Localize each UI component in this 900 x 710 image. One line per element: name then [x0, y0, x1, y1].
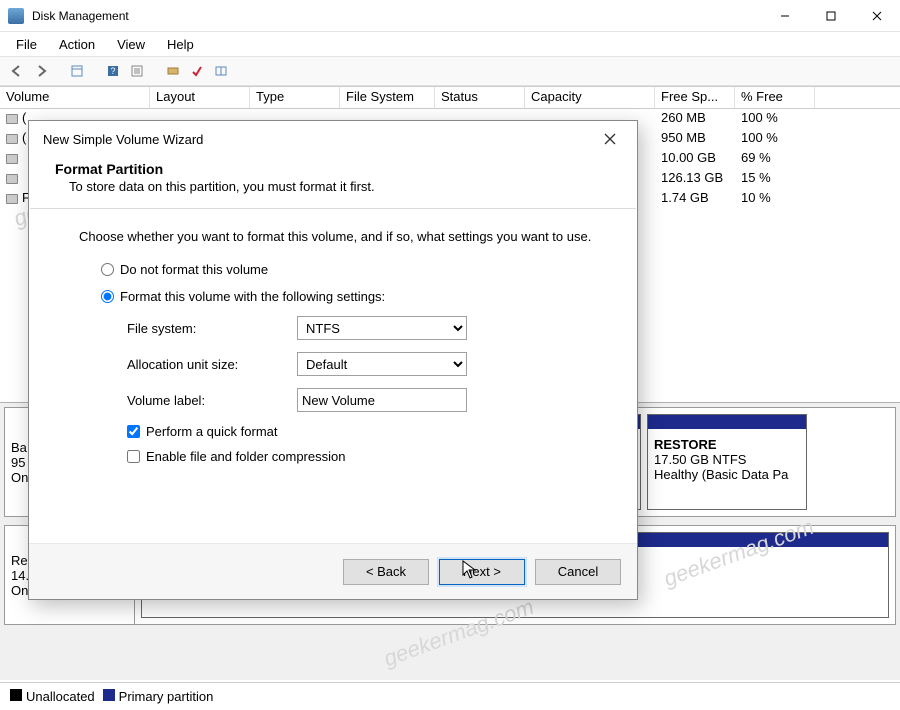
- legend-swatch-unallocated: [10, 689, 22, 701]
- partition-size: 17.50 GB NTFS: [654, 452, 800, 467]
- radio-format-input[interactable]: [101, 290, 114, 303]
- window-title: Disk Management: [32, 9, 129, 23]
- volume-label-label: Volume label:: [127, 393, 297, 408]
- minimize-button[interactable]: [762, 0, 808, 32]
- volume-list-header: Volume Layout Type File System Status Ca…: [0, 87, 900, 109]
- col-type[interactable]: Type: [250, 87, 340, 108]
- volume-label-input[interactable]: [297, 388, 467, 412]
- cancel-button[interactable]: Cancel: [535, 559, 621, 585]
- radio-format-label: Format this volume with the following se…: [120, 289, 385, 304]
- checkbox-compression[interactable]: Enable file and folder compression: [127, 449, 607, 464]
- allocation-unit-select[interactable]: Default: [297, 352, 467, 376]
- legend-swatch-primary: [103, 689, 115, 701]
- close-button[interactable]: [854, 0, 900, 32]
- title-bar: Disk Management: [0, 0, 900, 32]
- wizard-prompt: Choose whether you want to format this v…: [79, 229, 607, 244]
- next-button[interactable]: Next >: [439, 559, 525, 585]
- wizard-title: New Simple Volume Wizard: [43, 132, 203, 147]
- partition-status: Healthy (Basic Data Pa: [654, 467, 800, 482]
- menu-help[interactable]: Help: [157, 35, 204, 54]
- action-icon-3[interactable]: [210, 60, 232, 82]
- refresh-icon[interactable]: [66, 60, 88, 82]
- properties-icon[interactable]: [126, 60, 148, 82]
- col-volume[interactable]: Volume: [0, 87, 150, 108]
- allocation-unit-label: Allocation unit size:: [127, 357, 297, 372]
- legend-unallocated: Unallocated: [26, 689, 95, 704]
- radio-do-not-format-input[interactable]: [101, 263, 114, 276]
- forward-icon[interactable]: [30, 60, 52, 82]
- menu-file[interactable]: File: [6, 35, 47, 54]
- col-capacity[interactable]: Capacity: [525, 87, 655, 108]
- partition-title: RESTORE: [654, 437, 800, 452]
- action-icon-2[interactable]: [186, 60, 208, 82]
- radio-format-with-settings[interactable]: Format this volume with the following se…: [101, 289, 607, 304]
- checkbox-compression-label: Enable file and folder compression: [146, 449, 345, 464]
- radio-do-not-format-label: Do not format this volume: [120, 262, 268, 277]
- col-free[interactable]: Free Sp...: [655, 87, 735, 108]
- radio-do-not-format[interactable]: Do not format this volume: [101, 262, 607, 277]
- legend: Unallocated Primary partition: [0, 682, 900, 710]
- help-icon[interactable]: ?: [102, 60, 124, 82]
- col-pctfree[interactable]: % Free: [735, 87, 815, 108]
- disk-0-partition-restore[interactable]: RESTORE 17.50 GB NTFS Healthy (Basic Dat…: [647, 414, 807, 510]
- checkbox-quick-format-input[interactable]: [127, 425, 140, 438]
- maximize-button[interactable]: [808, 0, 854, 32]
- menu-view[interactable]: View: [107, 35, 155, 54]
- action-icon-1[interactable]: [162, 60, 184, 82]
- app-icon: [8, 8, 24, 24]
- new-simple-volume-wizard: New Simple Volume Wizard Format Partitio…: [28, 120, 638, 600]
- svg-text:?: ?: [110, 66, 115, 76]
- wizard-subheading: To store data on this partition, you mus…: [69, 179, 617, 194]
- back-icon[interactable]: [6, 60, 28, 82]
- filesystem-label: File system:: [127, 321, 297, 336]
- legend-primary: Primary partition: [119, 689, 214, 704]
- filesystem-select[interactable]: NTFS: [297, 316, 467, 340]
- checkbox-quick-format[interactable]: Perform a quick format: [127, 424, 607, 439]
- menu-action[interactable]: Action: [49, 35, 105, 54]
- back-button[interactable]: < Back: [343, 559, 429, 585]
- checkbox-compression-input[interactable]: [127, 450, 140, 463]
- wizard-close-button[interactable]: [595, 125, 625, 153]
- checkbox-quick-format-label: Perform a quick format: [146, 424, 278, 439]
- col-layout[interactable]: Layout: [150, 87, 250, 108]
- col-status[interactable]: Status: [435, 87, 525, 108]
- wizard-heading: Format Partition: [55, 161, 617, 177]
- menu-bar: File Action View Help: [0, 32, 900, 56]
- col-filesystem[interactable]: File System: [340, 87, 435, 108]
- toolbar: ?: [0, 56, 900, 86]
